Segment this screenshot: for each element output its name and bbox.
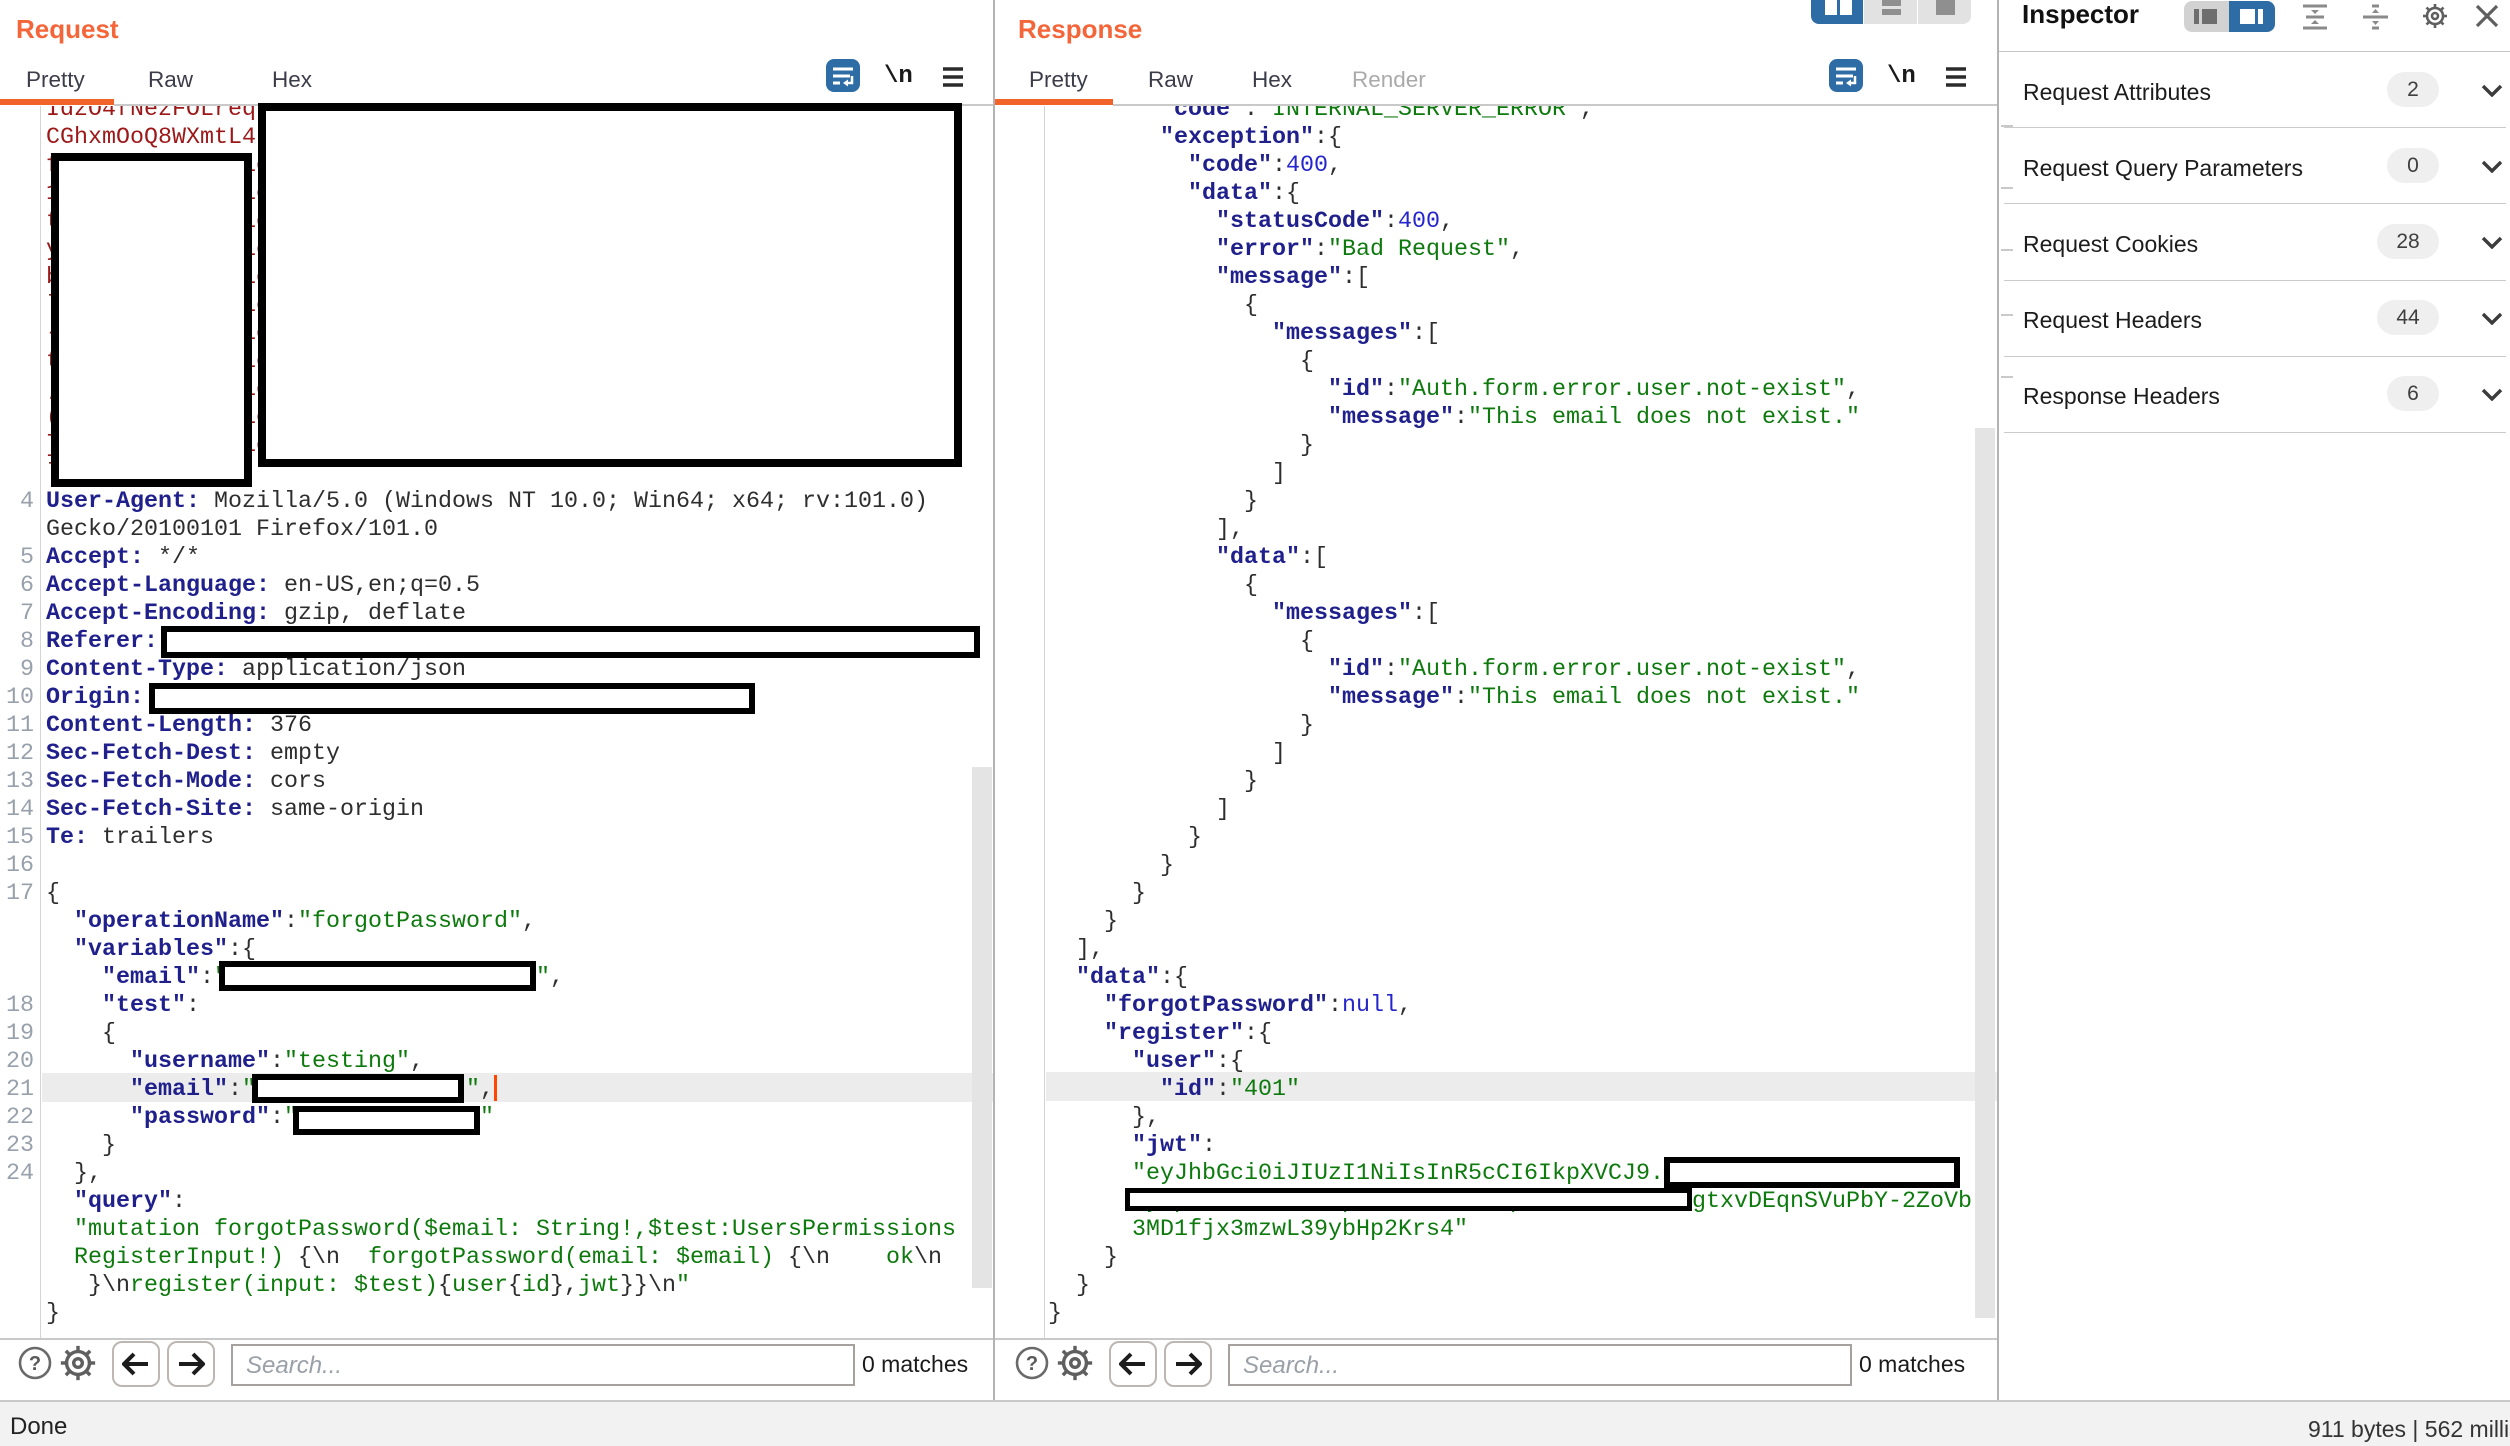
svg-text:?: ? (29, 1353, 41, 1375)
svg-text:?: ? (1026, 1353, 1038, 1375)
